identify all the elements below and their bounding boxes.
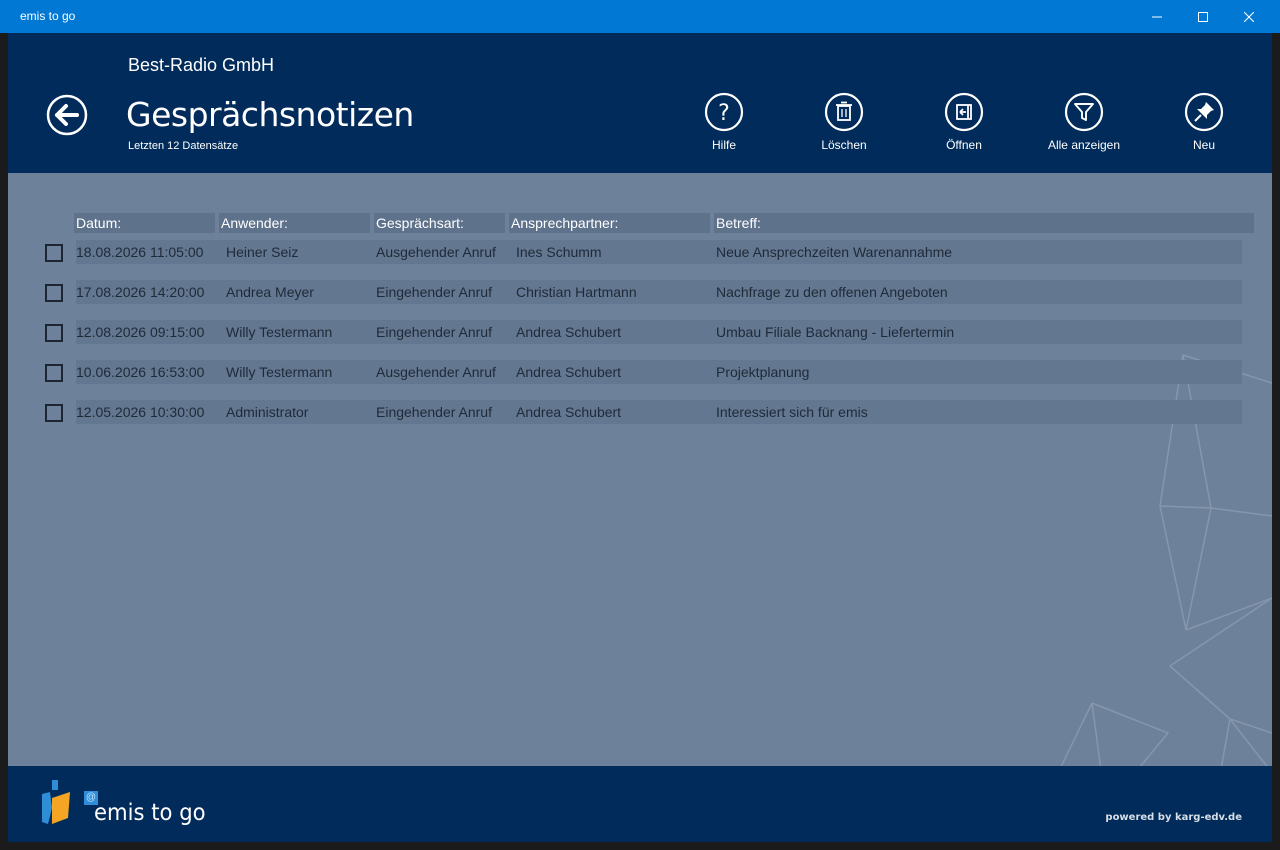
maximize-button[interactable] [1180,0,1226,33]
svg-text:?: ? [718,101,730,126]
filter-icon [1064,92,1104,132]
cell-ansprechpartner: Ines Schumm [516,244,602,260]
window-titlebar: emis to go [0,0,1280,33]
cell-ansprechpartner: Christian Hartmann [516,284,637,300]
close-button[interactable] [1226,0,1272,33]
cell-betreff: Nachfrage zu den offenen Angeboten [716,284,948,300]
app-frame: Best-Radio GmbH Gesprächsnotizen Letzten… [8,33,1272,842]
cell-anwender: Willy Testermann [226,364,333,380]
page-header: Best-Radio GmbH Gesprächsnotizen Letzten… [8,33,1272,173]
column-header-ansprechpartner[interactable]: Ansprechpartner: [509,213,710,233]
delete-label: Löschen [821,138,867,152]
cell-datum: 18.08.2026 11:05:00 [76,244,204,260]
powered-by-text: powered by karg-edv.de [1105,812,1242,823]
cell-anwender: Willy Testermann [226,324,333,340]
pin-icon [1184,92,1224,132]
cell-datum: 17.08.2026 14:20:00 [76,284,205,300]
minimize-icon [1152,16,1162,17]
page-title: Gesprächsnotizen [126,95,414,134]
page-subtitle: Letzten 12 Datensätze [128,140,239,152]
open-label: Öffnen [946,138,982,152]
cell-datum: 12.08.2026 09:15:00 [76,324,205,340]
maximize-icon [1198,11,1208,22]
minimize-button[interactable] [1134,0,1180,33]
help-label: Hilfe [711,138,736,152]
emis-logo-icon [42,780,70,824]
back-button[interactable] [46,94,88,136]
cell-gespraechsart: Eingehender Anruf [376,324,492,340]
footer: @ emis to go powered by karg-edv.de [8,766,1272,842]
column-header-betreff[interactable]: Betreff: [714,213,1254,233]
column-header-gespraechsart[interactable]: Gesprächsart: [374,213,505,233]
new-button[interactable]: Neu [1149,92,1259,162]
cell-betreff: Umbau Filiale Backnang - Liefertermin [716,324,955,340]
column-header-datum[interactable]: Datum: [74,213,215,233]
question-icon: ? [704,92,744,132]
cell-ansprechpartner: Andrea Schubert [516,364,622,380]
new-label: Neu [1192,138,1215,152]
delete-button[interactable]: Löschen [789,92,899,162]
cell-gespraechsart: Ausgehender Anruf [376,364,496,380]
logo-text: emis to go [94,800,206,826]
row-checkbox[interactable] [45,324,63,342]
company-name: Best-Radio GmbH [128,55,275,75]
open-record-icon [944,92,984,132]
row-checkbox[interactable] [45,404,63,422]
close-icon [1244,11,1254,22]
open-button[interactable]: Öffnen [909,92,1019,162]
cell-gespraechsart: Eingehender Anruf [376,404,492,420]
row-checkbox[interactable] [45,244,63,262]
cell-ansprechpartner: Andrea Schubert [516,324,622,340]
cell-datum: 12.05.2026 10:30:00 [76,404,205,420]
help-button[interactable]: ? Hilfe [669,92,779,162]
cell-datum: 10.06.2026 16:53:00 [76,364,205,380]
cell-anwender: Heiner Seiz [226,244,299,260]
show-all-label: Alle anzeigen [1047,138,1121,152]
row-checkbox[interactable] [45,284,63,302]
row-checkbox[interactable] [45,364,63,382]
window-title: emis to go [20,9,76,23]
cell-betreff: Projektplanung [716,364,810,380]
cell-ansprechpartner: Andrea Schubert [516,404,622,420]
trash-icon [824,92,864,132]
cell-gespraechsart: Eingehender Anruf [376,284,492,300]
cell-gespraechsart: Ausgehender Anruf [376,244,496,260]
cell-betreff: Neue Ansprechzeiten Warenannahme [716,244,953,260]
cell-betreff: Interessiert sich für emis [716,404,868,420]
column-header-anwender[interactable]: Anwender: [219,213,370,233]
cell-anwender: Andrea Meyer [226,284,314,300]
arrow-left-icon [55,104,79,126]
show-all-button[interactable]: Alle anzeigen [1029,92,1139,162]
cell-anwender: Administrator [226,404,309,420]
